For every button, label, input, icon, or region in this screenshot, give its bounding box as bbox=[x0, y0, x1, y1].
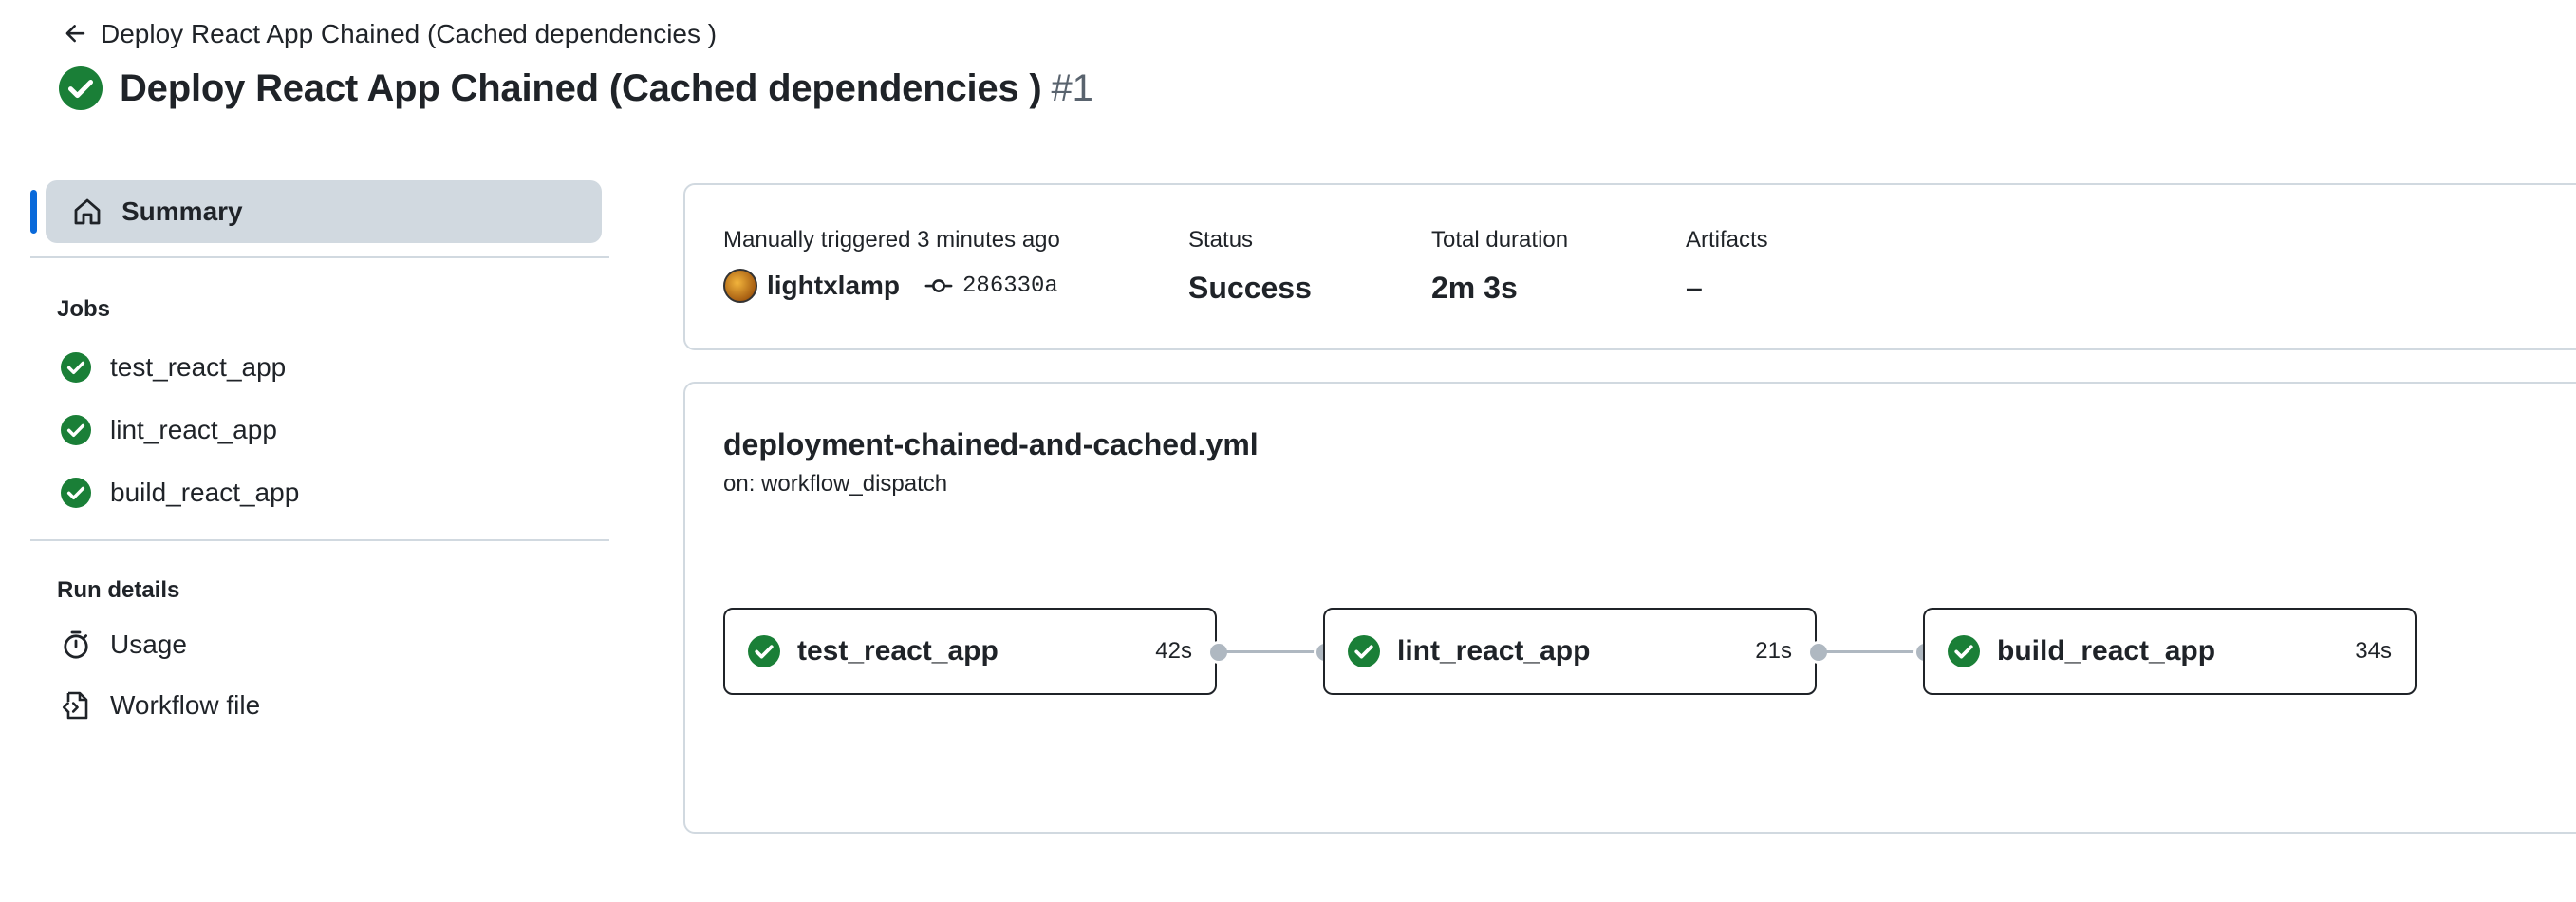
git-commit-icon bbox=[924, 279, 953, 292]
stopwatch-icon bbox=[64, 630, 88, 659]
home-icon bbox=[74, 198, 101, 225]
sidebar-item-job[interactable]: test_react_app bbox=[30, 336, 609, 399]
success-check-icon bbox=[1948, 635, 1980, 667]
sidebar: Summary Jobs test_react_app lint_react_a… bbox=[30, 180, 609, 737]
actor-link[interactable]: lightxlamp bbox=[767, 271, 900, 301]
selected-indicator bbox=[30, 190, 37, 234]
run-details-list: Usage Workflow file bbox=[30, 613, 609, 737]
success-check-icon bbox=[1348, 635, 1380, 667]
success-check-icon bbox=[61, 352, 91, 383]
actor-row: lightxlamp 286330a bbox=[723, 269, 1060, 303]
page-title-row: Deploy React App Chained (Cached depende… bbox=[59, 66, 1093, 110]
sidebar-item-label: build_react_app bbox=[110, 478, 300, 507]
summary-pill[interactable]: Summary bbox=[46, 180, 602, 243]
job-node-lint[interactable]: lint_react_app 21s bbox=[1323, 608, 1817, 695]
job-node-duration: 21s bbox=[1755, 638, 1792, 664]
run-details-heading: Run details bbox=[57, 577, 180, 603]
commit-link[interactable]: 286330a bbox=[962, 273, 1058, 299]
success-check-icon bbox=[61, 478, 91, 508]
success-check-icon bbox=[61, 415, 91, 445]
job-node-name: lint_react_app bbox=[1397, 635, 1591, 667]
divider bbox=[30, 539, 609, 541]
job-connector bbox=[1817, 650, 1923, 653]
sidebar-item-job[interactable]: lint_react_app bbox=[30, 399, 609, 461]
job-node-name: test_react_app bbox=[797, 635, 999, 667]
divider bbox=[30, 256, 609, 258]
file-code-icon bbox=[62, 691, 88, 720]
duration-value: 2m 3s bbox=[1431, 271, 1518, 305]
page-title: Deploy React App Chained (Cached depende… bbox=[120, 67, 1093, 110]
sidebar-item-label: test_react_app bbox=[110, 352, 287, 382]
page-title-text: Deploy React App Chained (Cached depende… bbox=[120, 66, 1042, 109]
job-node-duration: 42s bbox=[1155, 638, 1192, 664]
avatar[interactable] bbox=[723, 269, 757, 303]
job-node-build[interactable]: build_react_app 34s bbox=[1923, 608, 2417, 695]
sidebar-item-job[interactable]: build_react_app bbox=[30, 461, 609, 524]
job-node-name: build_react_app bbox=[1997, 635, 2216, 667]
sidebar-item-label: Workflow file bbox=[110, 690, 261, 720]
job-node-duration: 34s bbox=[2355, 638, 2392, 664]
duration-label: Total duration bbox=[1431, 227, 1569, 253]
sidebar-item-summary[interactable]: Summary bbox=[30, 180, 609, 243]
sidebar-item-label: lint_react_app bbox=[110, 415, 277, 444]
job-connector bbox=[1217, 650, 1323, 653]
sidebar-item-label: Summary bbox=[121, 197, 243, 226]
status-value: Success bbox=[1188, 271, 1312, 305]
jobs-list: test_react_app lint_react_app build_reac… bbox=[30, 336, 609, 524]
artifacts-label: Artifacts bbox=[1686, 227, 1768, 253]
arrow-left-icon bbox=[65, 25, 85, 43]
job-node-test[interactable]: test_react_app 42s bbox=[723, 608, 1217, 695]
status-column: Status Success bbox=[1188, 227, 1312, 306]
artifacts-value: – bbox=[1686, 271, 1703, 305]
artifacts-column: Artifacts – bbox=[1686, 227, 1768, 306]
sidebar-item-workflow-file[interactable]: Workflow file bbox=[30, 674, 609, 737]
workflow-file-name: deployment-chained-and-cached.yml bbox=[723, 427, 1259, 461]
run-number: #1 bbox=[1051, 66, 1093, 109]
back-link[interactable]: Deploy React App Chained (Cached depende… bbox=[63, 19, 717, 49]
workflow-trigger: on: workflow_dispatch bbox=[723, 471, 948, 497]
trigger-column: Manually triggered 3 minutes ago lightxl… bbox=[723, 227, 1060, 303]
jobs-heading: Jobs bbox=[57, 296, 111, 322]
status-label: Status bbox=[1188, 227, 1254, 253]
success-check-icon bbox=[59, 66, 103, 110]
run-summary-card: Manually triggered 3 minutes ago lightxl… bbox=[683, 183, 2576, 350]
success-check-icon bbox=[748, 635, 780, 667]
sidebar-item-label: Usage bbox=[110, 630, 187, 659]
back-link-label: Deploy React App Chained (Cached depende… bbox=[101, 19, 718, 48]
workflow-graph-card: deployment-chained-and-cached.yml on: wo… bbox=[683, 382, 2576, 834]
duration-column: Total duration 2m 3s bbox=[1431, 227, 1568, 306]
trigger-label: Manually triggered 3 minutes ago bbox=[723, 227, 1060, 253]
sidebar-item-usage[interactable]: Usage bbox=[30, 613, 609, 676]
